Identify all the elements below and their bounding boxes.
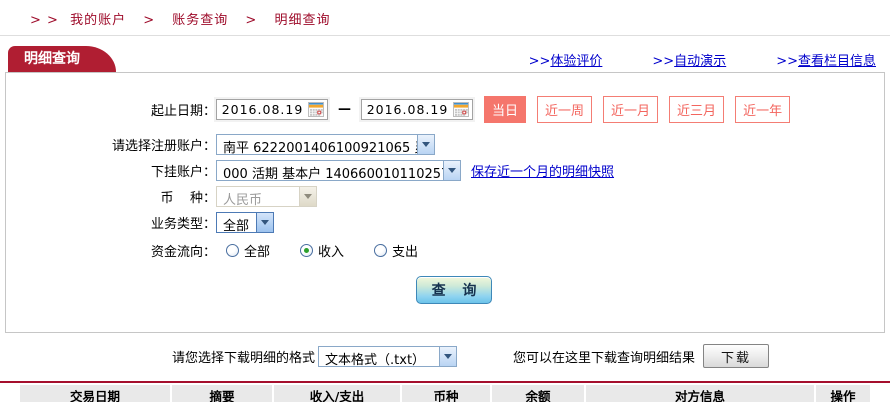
breadcrumb-item-account-query[interactable]: 账务查询 [172, 13, 228, 28]
start-date-value: 2016.08.19 [221, 102, 304, 117]
sub-account-row: 下挂账户： 000 活期 基本户 1406600101102571848 保存近… [6, 160, 884, 181]
dropdown-arrow-icon[interactable] [417, 135, 434, 154]
register-account-label: 请选择注册账户： [111, 139, 216, 154]
dropdown-arrow-icon [299, 187, 316, 206]
col-header-amount: 收入/支出 [274, 385, 400, 402]
results-table: 交易日期 摘要 收入/支出 币种 余额 对方信息 操作 2016-08-19 D… [18, 383, 872, 402]
download-button[interactable]: 下载 [703, 344, 770, 368]
register-account-select[interactable]: 南平 6222001406100921065 灵通卡 [216, 134, 435, 155]
link-auto-demo[interactable]: >>自动演示 [652, 50, 726, 69]
date-range-row: 起止日期： 2016.08.19 — 2016.08.19 当日 近一周 近一月… [6, 96, 884, 123]
breadcrumb-item-my-account[interactable]: 我的账户 [70, 13, 126, 28]
end-date-input[interactable]: 2016.08.19 [361, 99, 473, 120]
biz-type-row: 业务类型： 全部 [6, 212, 884, 233]
biz-type-select[interactable]: 全部 [216, 212, 274, 233]
radio-unchecked-icon[interactable] [374, 244, 388, 257]
table-header-row: 交易日期 摘要 收入/支出 币种 余额 对方信息 操作 [20, 385, 870, 402]
start-date-input[interactable]: 2016.08.19 [216, 99, 328, 120]
header-links: >>体验评价 >>自动演示 >>查看栏目信息 [529, 50, 880, 69]
date-range-separator: — [338, 102, 351, 117]
fund-flow-row: 资金流向： 全部 收入 支出 [6, 241, 884, 260]
quick-range-year-button[interactable]: 近一年 [735, 96, 791, 123]
currency-label: 币 种： [160, 191, 216, 206]
download-hint-label: 您可以在这里下载查询明细结果 [513, 350, 696, 366]
radio-unchecked-icon[interactable] [226, 244, 239, 257]
sub-account-label: 下挂账户： [150, 165, 216, 180]
query-button[interactable]: 查 询 [416, 276, 492, 304]
sub-account-select[interactable]: 000 活期 基本户 1406600101102571848 [216, 160, 461, 181]
col-header-date: 交易日期 [20, 385, 170, 402]
quick-range-3months-button[interactable]: 近三月 [669, 96, 725, 123]
quick-range-month-button[interactable]: 近一月 [603, 96, 659, 123]
biz-type-value: 全部 [223, 219, 250, 232]
download-row: 请您选择下载明细的格式 文本格式（.txt） 您可以在这里下载查询明细结果 下载 [172, 344, 890, 368]
breadcrumb-item-detail-query[interactable]: 明细查询 [274, 13, 330, 28]
col-header-balance: 余额 [492, 385, 584, 402]
dropdown-arrow-icon[interactable] [443, 161, 460, 180]
query-form-panel: 起止日期： 2016.08.19 — 2016.08.19 当日 近一周 近一月… [5, 72, 885, 333]
radio-checked-icon[interactable] [300, 244, 314, 257]
query-button-row: 查 询 [6, 276, 884, 304]
calendar-icon[interactable] [453, 102, 469, 117]
flow-option-expense[interactable]: 支出 [374, 241, 418, 260]
col-header-counterparty: 对方信息 [586, 385, 814, 402]
breadcrumb-separator: > [143, 13, 156, 28]
col-header-summary: 摘要 [172, 385, 272, 402]
register-account-row: 请选择注册账户： 南平 6222001406100921065 灵通卡 [6, 134, 884, 155]
breadcrumb: > > 我的账户 > 账务查询 > 明细查询 [0, 0, 890, 36]
dropdown-arrow-icon[interactable] [256, 213, 273, 232]
currency-select: 人民币 [216, 186, 317, 207]
flow-option-income[interactable]: 收入 [300, 241, 344, 260]
save-snapshot-link[interactable]: 保存近一个月的明细快照 [471, 161, 614, 180]
fund-flow-label: 资金流向： [150, 245, 216, 260]
download-format-value: 文本格式（.txt） [325, 352, 426, 366]
breadcrumb-prefix: > > [30, 13, 59, 28]
currency-value: 人民币 [223, 193, 263, 206]
quick-range-week-button[interactable]: 近一周 [537, 96, 593, 123]
biz-type-label: 业务类型： [150, 217, 216, 232]
link-view-column-info[interactable]: >>查看栏目信息 [776, 50, 876, 69]
col-header-action: 操作 [816, 385, 870, 402]
link-experience-rating[interactable]: >>体验评价 [529, 50, 603, 69]
download-format-label: 请您选择下载明细的格式 [172, 350, 316, 366]
calendar-icon[interactable] [308, 102, 324, 117]
quick-range-today-button[interactable]: 当日 [484, 96, 527, 123]
currency-row: 币 种： 人民币 [6, 186, 884, 207]
flow-option-all[interactable]: 全部 [226, 241, 270, 260]
register-account-value: 南平 6222001406100921065 灵通卡 [223, 141, 417, 154]
tab-header-row: 明细查询 >>体验评价 >>自动演示 >>查看栏目信息 [0, 36, 890, 72]
sub-account-value: 000 活期 基本户 1406600101102571848 [223, 167, 443, 180]
end-date-value: 2016.08.19 [366, 102, 449, 117]
tab-detail-query: 明细查询 [8, 46, 116, 72]
col-header-currency: 币种 [402, 385, 490, 402]
date-range-label: 起止日期： [150, 104, 216, 119]
breadcrumb-separator: > [245, 13, 258, 28]
download-format-select[interactable]: 文本格式（.txt） [318, 345, 458, 367]
dropdown-arrow-icon[interactable] [439, 346, 457, 366]
